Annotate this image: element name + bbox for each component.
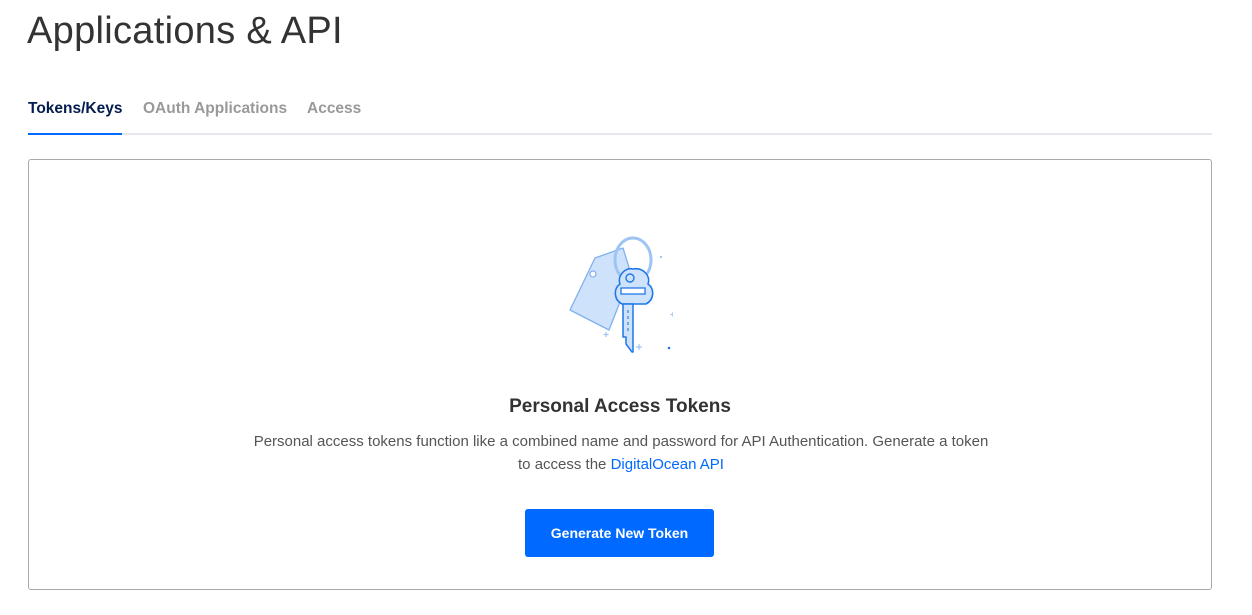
tab-tokens-keys[interactable]: Tokens/Keys bbox=[28, 92, 123, 135]
card-description: Personal access tokens function like a c… bbox=[251, 430, 991, 476]
page-title: Applications & API bbox=[27, 10, 343, 52]
digitalocean-api-link[interactable]: DigitalOcean API bbox=[611, 456, 724, 473]
tab-access[interactable]: Access bbox=[307, 92, 361, 135]
applications-api-page: Applications & API Tokens/Keys OAuth App… bbox=[0, 0, 1252, 615]
tab-oauth-applications[interactable]: OAuth Applications bbox=[143, 92, 287, 135]
generate-new-token-button[interactable]: Generate New Token bbox=[525, 509, 714, 557]
card-title: Personal Access Tokens bbox=[509, 396, 731, 417]
key-ring-icon bbox=[569, 236, 673, 353]
tab-bar: Tokens/Keys OAuth Applications Access bbox=[28, 92, 1212, 135]
personal-access-tokens-card: Personal Access Tokens Personal access t… bbox=[28, 159, 1212, 590]
